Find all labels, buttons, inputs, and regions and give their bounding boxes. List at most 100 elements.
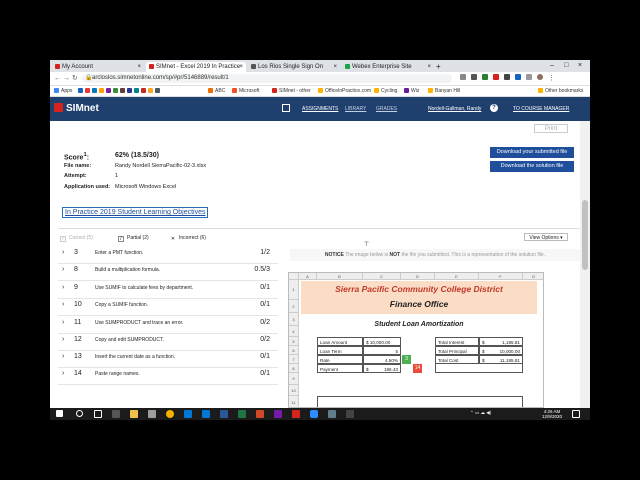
calendar-icon[interactable]	[282, 104, 290, 112]
mail-icon[interactable]	[184, 410, 192, 418]
column-header: B	[317, 273, 363, 280]
tab-los-rios[interactable]: Los Rios Single Sign On ×	[248, 62, 340, 72]
extension-icon[interactable]	[471, 74, 477, 80]
snipping-tool-icon[interactable]	[328, 410, 336, 418]
simnet-logo[interactable]: SIMnet	[54, 103, 99, 114]
extension-icon[interactable]	[515, 74, 521, 80]
close-window-icon[interactable]: ×	[578, 61, 582, 71]
objectives-title-link[interactable]: In Practice 2019 Student Learning Object…	[62, 207, 209, 218]
task-row[interactable]: › 13 Insert the current date as a function…	[58, 350, 278, 368]
tab-my-account[interactable]: My Account ×	[52, 62, 144, 72]
menu-kebab-icon[interactable]: ⋮	[548, 74, 555, 82]
word-icon[interactable]	[220, 410, 228, 418]
task-row[interactable]: › 12 Copy and edit SUMPRODUCT. 0/2	[58, 333, 278, 351]
bookmark-abc[interactable]: ABC	[208, 87, 225, 95]
bookmark-favicon-icon[interactable]	[85, 88, 90, 93]
bookmark-banyan-hill[interactable]: Banyan Hill	[428, 87, 460, 95]
tab-simnet[interactable]: SIMnet - Excel 2019 In Practice ×	[146, 62, 246, 72]
task-row[interactable]: › 11 Use SUMPRODUCT and trace an error. 0/2	[58, 316, 278, 334]
course-manager-link[interactable]: TO COURSE MANAGER	[513, 106, 569, 112]
close-tab-icon[interactable]: ×	[333, 62, 337, 72]
help-icon[interactable]: ?	[490, 104, 498, 112]
bookmark-favicon-icon[interactable]	[99, 88, 104, 93]
extensions-puzzle-icon[interactable]	[526, 74, 532, 80]
bookmark-officeinpractice[interactable]: OfficeInPractice.com	[318, 87, 371, 95]
step-badge-red[interactable]: 14	[413, 364, 422, 373]
extension-icon[interactable]	[493, 74, 499, 80]
nav-grades[interactable]: GRADES	[376, 106, 397, 112]
bookmark-favicon-icon[interactable]	[127, 88, 132, 93]
minimize-icon[interactable]: –	[550, 61, 554, 71]
filter-incorrect[interactable]: ✕ Incorrect (6)	[170, 234, 206, 243]
excel-icon[interactable]	[238, 410, 246, 418]
powerpoint-icon[interactable]	[256, 410, 264, 418]
windows-start-icon[interactable]	[56, 410, 63, 417]
chrome-icon[interactable]	[166, 410, 174, 418]
download-submitted-button[interactable]: Download your submitted file	[490, 147, 574, 158]
zoom-icon[interactable]	[310, 410, 318, 418]
nav-assignments[interactable]: ASSIGNMENTS	[302, 106, 338, 112]
bookmark-other[interactable]: Other bookmarks	[538, 87, 583, 95]
task-row[interactable]: › 14 Paste range names. 0/1	[58, 367, 278, 385]
row-header: 9	[289, 373, 299, 385]
task-row[interactable]: › 9 Use SUMIF to calculate fees by departm…	[58, 281, 278, 299]
bookmark-favicon-icon[interactable]	[134, 88, 139, 93]
simnet-app-icon[interactable]	[292, 410, 300, 418]
chevron-right-icon: ›	[62, 370, 65, 377]
filter-partial[interactable]: / Partial (2)	[118, 234, 149, 242]
scrollbar-thumb[interactable]	[582, 200, 588, 270]
task-row[interactable]: › 8 Build a multiplication formula. 0.5/3	[58, 263, 278, 281]
outlook-icon[interactable]	[202, 410, 210, 418]
step-badge-green[interactable]: 3	[402, 355, 411, 364]
notifications-icon[interactable]	[572, 410, 580, 418]
score-value: 62% (18.5/30)	[115, 152, 159, 159]
download-solution-button[interactable]: Download the solution file	[490, 161, 574, 172]
user-name-link[interactable]: Nordell-Gallman, Randy	[428, 106, 481, 112]
forward-icon[interactable]: →	[63, 74, 70, 83]
bookmark-favicon-icon[interactable]	[155, 88, 160, 93]
address-input[interactable]: 🔒 arcloslos.simnetonline.com/sp/#pr/5146…	[82, 74, 452, 83]
new-tab-button[interactable]: +	[436, 62, 441, 72]
print-button[interactable]: Print	[534, 124, 568, 133]
webex-favicon-icon	[345, 64, 350, 69]
file-explorer-icon[interactable]	[130, 410, 138, 418]
bookmark-favicon-icon[interactable]	[120, 88, 125, 93]
view-options-button[interactable]: View Options ▾	[524, 233, 568, 241]
cell-label: Rate	[317, 355, 363, 364]
back-icon[interactable]: ←	[54, 74, 61, 83]
onenote-icon[interactable]	[274, 410, 282, 418]
extension-icon[interactable]	[482, 74, 488, 80]
bookmark-cycling[interactable]: Cycling	[374, 87, 397, 95]
store-icon[interactable]	[148, 410, 156, 418]
bookmark-favicon-icon[interactable]	[106, 88, 111, 93]
extension-icon[interactable]	[460, 74, 466, 80]
tab-webex[interactable]: Webex Enterprise Site ×	[342, 62, 434, 72]
close-tab-icon[interactable]: ×	[427, 62, 431, 72]
bookmark-favicon-icon[interactable]	[92, 88, 97, 93]
nav-library[interactable]: LIBRARY	[345, 106, 366, 112]
bookmark-wiz[interactable]: Wiz	[404, 87, 419, 95]
extension-icon[interactable]	[504, 74, 510, 80]
bookmark-favicon-icon[interactable]	[148, 88, 153, 93]
maximize-icon[interactable]: □	[564, 61, 568, 71]
task-view-icon[interactable]	[94, 410, 102, 418]
bookmark-microsoft[interactable]: Microsoft	[232, 87, 259, 95]
profile-avatar-icon[interactable]	[537, 74, 543, 80]
filter-correct[interactable]: ✓ Correct (5)	[60, 234, 93, 242]
bookmark-apps[interactable]: Apps	[54, 87, 72, 95]
bookmark-favicon-icon[interactable]	[113, 88, 118, 93]
close-tab-icon[interactable]: ×	[137, 62, 141, 72]
bookmark-simnet-other[interactable]: SIMnet - other	[272, 87, 311, 95]
task-row[interactable]: › 3 Enter a PMT function. 1/2	[58, 246, 278, 264]
reload-icon[interactable]: ↻	[72, 74, 78, 83]
system-tray-icons[interactable]: ⌃ ▭ ☁ ◀)	[470, 410, 491, 416]
taskbar-clock[interactable]: 4:26 AM 12/9/2020	[542, 409, 562, 419]
search-icon[interactable]	[76, 410, 83, 417]
bookmark-favicon-icon[interactable]	[141, 88, 146, 93]
close-tab-icon[interactable]: ×	[239, 62, 243, 72]
bookmark-favicon-icon[interactable]	[78, 88, 83, 93]
task-row[interactable]: › 10 Copy a SUMIF function. 0/1	[58, 298, 278, 316]
unknown-app-icon[interactable]	[346, 410, 354, 418]
chevron-right-icon: ›	[62, 249, 65, 256]
unknown-app-icon[interactable]	[112, 410, 120, 418]
